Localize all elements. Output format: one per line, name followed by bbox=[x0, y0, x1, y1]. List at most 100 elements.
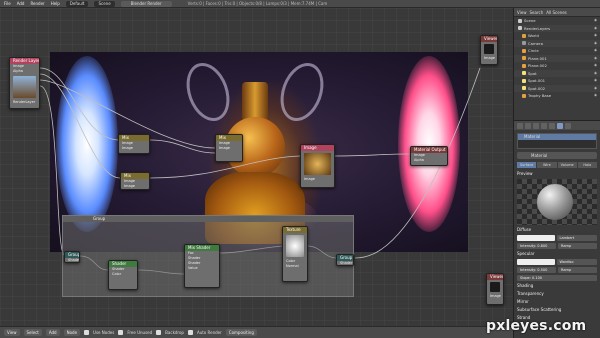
render-tab-icon[interactable] bbox=[517, 122, 523, 129]
node-mix-shader[interactable]: Mix Shader Fac Shader Shader Value bbox=[184, 244, 220, 288]
sss-section-title[interactable]: Subsurface Scattering bbox=[517, 307, 597, 313]
outliner-item-label: RenderLayers bbox=[524, 25, 551, 31]
outliner-search-menu[interactable]: Search bbox=[530, 10, 544, 15]
properties-editor[interactable]: Material Material Surface Wire Volume Ha… bbox=[513, 120, 600, 338]
specular-color-swatch[interactable] bbox=[517, 259, 555, 265]
node-mix[interactable]: Mix Image Image bbox=[215, 134, 243, 162]
mirror-section-title[interactable]: Mirror bbox=[517, 299, 597, 305]
outliner-item[interactable]: Spot.002 ◉ bbox=[514, 84, 600, 93]
visibility-eye-icon[interactable]: ◉ bbox=[594, 85, 597, 93]
node-image[interactable]: Image Image bbox=[300, 144, 335, 188]
tab-volume[interactable]: Volume bbox=[557, 162, 577, 168]
link bbox=[39, 85, 65, 256]
scene-stats: Verts:0 | Faces:0 | Tris:0 | Objects:0/8… bbox=[187, 1, 328, 6]
slope-field[interactable]: Slope: 0.100 bbox=[517, 275, 597, 281]
node-output[interactable]: Material Output Image Alpha bbox=[410, 146, 448, 166]
node-group-output[interactable]: Group Shader bbox=[336, 254, 354, 266]
socket-label: Alpha bbox=[13, 69, 23, 73]
backdrop-checkbox[interactable] bbox=[156, 330, 162, 335]
node-viewer[interactable]: Viewer Image bbox=[486, 273, 504, 305]
scene-tab-icon[interactable] bbox=[525, 122, 531, 129]
transparency-section-title[interactable]: Transparency bbox=[517, 291, 597, 297]
menu-help[interactable]: Help bbox=[51, 1, 60, 6]
diffuse-intensity-field[interactable]: Intensity: 0.800 bbox=[517, 243, 556, 249]
scene-selector[interactable]: Scene bbox=[94, 0, 115, 7]
menu-view[interactable]: View bbox=[4, 329, 20, 336]
outliner-item[interactable]: Plane.002 ◉ bbox=[514, 62, 600, 70]
diffuse-color-swatch[interactable] bbox=[517, 235, 555, 241]
tab-surface[interactable]: Surface bbox=[517, 162, 537, 168]
node-header[interactable]: Viewer bbox=[487, 274, 503, 280]
visibility-eye-icon[interactable]: ◉ bbox=[594, 70, 597, 78]
specular-section-title[interactable]: Specular bbox=[517, 251, 597, 257]
node-header[interactable]: Viewer bbox=[481, 36, 497, 42]
node-viewer[interactable]: Viewer Image bbox=[480, 35, 498, 65]
diffuse-section-title[interactable]: Diffuse bbox=[517, 227, 597, 233]
menu-node[interactable]: Node bbox=[63, 329, 81, 336]
modifier-tab-icon[interactable] bbox=[549, 122, 555, 129]
node-header[interactable]: Image bbox=[301, 145, 334, 151]
node-mix[interactable]: Mix Image Image bbox=[120, 172, 150, 190]
node-shader[interactable]: Shader Shader Color bbox=[108, 260, 138, 290]
outliner-display-mode[interactable]: All Scenes bbox=[546, 10, 567, 15]
visibility-eye-icon[interactable]: ◉ bbox=[594, 92, 597, 100]
layout-selector[interactable]: Default bbox=[65, 0, 89, 7]
visibility-eye-icon[interactable]: ◉ bbox=[594, 40, 597, 48]
menu-add-node[interactable]: Add bbox=[45, 329, 60, 336]
outliner[interactable]: View Search All Scenes Scene ◉ RenderLayer… bbox=[513, 8, 600, 120]
material-slot-list[interactable]: Material bbox=[517, 133, 597, 149]
material-tab-icon[interactable] bbox=[557, 122, 563, 129]
object-type-icon bbox=[522, 93, 526, 98]
outliner-item[interactable]: RenderLayers ◉ bbox=[514, 24, 600, 33]
visibility-eye-icon[interactable]: ◉ bbox=[594, 55, 597, 63]
specular-ramp-toggle[interactable]: Ramp bbox=[558, 267, 597, 273]
object-tab-icon[interactable] bbox=[541, 122, 547, 129]
use-nodes-checkbox[interactable] bbox=[84, 330, 90, 335]
outliner-item[interactable]: Camera ◉ bbox=[514, 39, 600, 48]
preview-section-title[interactable]: Preview bbox=[517, 171, 597, 177]
outliner-item[interactable]: Trophy Base ◉ bbox=[514, 92, 600, 100]
render-engine-selector[interactable]: Blender Render bbox=[120, 0, 172, 7]
node-texture[interactable]: Texture Color Normal bbox=[282, 226, 308, 282]
compositing-button[interactable]: Compositing bbox=[225, 329, 257, 336]
node-header[interactable]: Texture bbox=[283, 227, 307, 233]
free-unused-checkbox[interactable] bbox=[118, 330, 124, 335]
outliner-item[interactable]: World ◉ bbox=[514, 32, 600, 40]
outliner-item[interactable]: Plane.001 ◉ bbox=[514, 54, 600, 63]
visibility-eye-icon[interactable]: ◉ bbox=[594, 62, 597, 70]
shading-section-title[interactable]: Shading bbox=[517, 283, 597, 289]
node-mix[interactable]: Mix Image Image bbox=[118, 134, 150, 154]
texture-tab-icon[interactable] bbox=[565, 122, 571, 129]
outliner-item[interactable]: Scene ◉ bbox=[514, 17, 600, 25]
tab-halo[interactable]: Halo bbox=[577, 162, 597, 168]
diffuse-ramp-toggle[interactable]: Ramp bbox=[558, 243, 597, 249]
tab-wire[interactable]: Wire bbox=[537, 162, 557, 168]
node-editor[interactable]: Render Layers Image Alpha RenderLayer Mi… bbox=[0, 8, 513, 326]
menu-select[interactable]: Select bbox=[23, 329, 42, 336]
node-render-layers[interactable]: Render Layers Image Alpha RenderLayer bbox=[9, 57, 40, 109]
socket-label: Image bbox=[122, 146, 133, 150]
outliner-item[interactable]: Spot ◉ bbox=[514, 69, 600, 78]
socket-label: Image bbox=[490, 294, 501, 298]
specular-shader-select[interactable]: WardIso bbox=[556, 259, 597, 265]
auto-render-checkbox[interactable] bbox=[187, 330, 193, 335]
material-slot[interactable]: Material bbox=[518, 134, 596, 140]
menu-add[interactable]: Add bbox=[17, 1, 25, 6]
visibility-eye-icon[interactable]: ◉ bbox=[594, 32, 597, 40]
outliner-view-menu[interactable]: View bbox=[517, 10, 527, 15]
outliner-item[interactable]: Circle ◉ bbox=[514, 47, 600, 55]
outliner-item[interactable]: Spot.001 ◉ bbox=[514, 77, 600, 85]
menu-render[interactable]: Render bbox=[30, 1, 44, 6]
outliner-item-label: Spot bbox=[528, 70, 537, 76]
diffuse-shader-select[interactable]: Lambert bbox=[556, 235, 597, 241]
specular-intensity-field[interactable]: Intensity: 0.500 bbox=[517, 267, 556, 273]
visibility-eye-icon[interactable]: ◉ bbox=[594, 25, 597, 33]
visibility-eye-icon[interactable]: ◉ bbox=[594, 77, 597, 85]
object-type-icon bbox=[522, 56, 526, 61]
visibility-eye-icon[interactable]: ◉ bbox=[594, 47, 597, 55]
material-name-field[interactable]: Material bbox=[517, 152, 597, 159]
menu-file[interactable]: File bbox=[4, 1, 11, 6]
world-tab-icon[interactable] bbox=[533, 122, 539, 129]
visibility-eye-icon[interactable]: ◉ bbox=[594, 17, 597, 25]
node-group-input[interactable]: Group Shader bbox=[64, 251, 80, 263]
